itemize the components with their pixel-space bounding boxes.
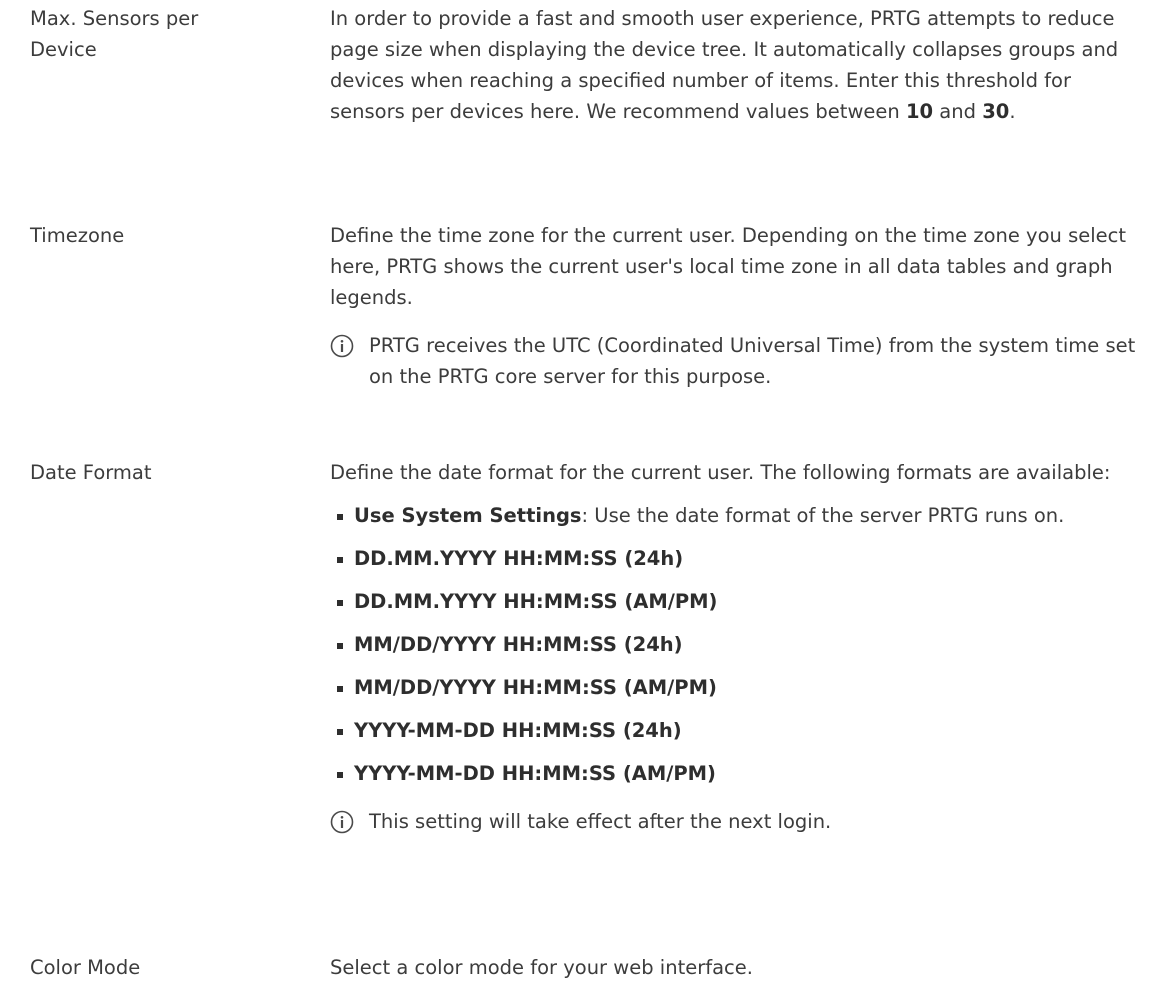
setting-label-max-sensors: Max. Sensors per Device bbox=[30, 3, 300, 65]
setting-label-timezone: Timezone bbox=[30, 224, 125, 247]
and-text: and bbox=[933, 100, 983, 123]
list-item: DD.MM.YYYY HH:MM:SS (AM/PM) bbox=[330, 586, 1140, 617]
format-option-text: : Use the date format of the server PRTG… bbox=[581, 504, 1065, 527]
description-text: Define the date format for the current u… bbox=[330, 461, 1111, 484]
info-note: PRTG receives the UTC (Coordinated Unive… bbox=[330, 330, 1140, 392]
format-list: Use System Settings: Use the date format… bbox=[330, 500, 1140, 789]
setting-label-date-format: Date Format bbox=[30, 461, 152, 484]
info-note-text: PRTG receives the UTC (Coordinated Unive… bbox=[369, 334, 1136, 388]
setting-label-line2: Device bbox=[30, 38, 97, 61]
format-option-name: Use System Settings bbox=[354, 504, 582, 527]
recommended-max-value: 30 bbox=[982, 100, 1010, 123]
format-option: DD.MM.YYYY HH:MM:SS (24h) bbox=[354, 547, 684, 570]
format-option: MM/DD/YYYY HH:MM:SS (24h) bbox=[354, 633, 683, 656]
list-item: MM/DD/YYYY HH:MM:SS (AM/PM) bbox=[330, 672, 1140, 703]
list-item: YYYY-MM-DD HH:MM:SS (AM/PM) bbox=[330, 758, 1140, 789]
list-item: Use System Settings: Use the date format… bbox=[330, 500, 1140, 531]
info-icon bbox=[330, 334, 354, 358]
info-icon bbox=[330, 810, 354, 834]
setting-description-date-format: Define the date format for the current u… bbox=[330, 457, 1140, 837]
recommended-min-value: 10 bbox=[905, 100, 934, 123]
setting-description-timezone: Define the time zone for the current use… bbox=[330, 220, 1140, 392]
list-item: MM/DD/YYYY HH:MM:SS (24h) bbox=[330, 629, 1140, 660]
setting-description-color-mode: Select a color mode for your web interfa… bbox=[330, 956, 753, 979]
format-option: YYYY-MM-DD HH:MM:SS (AM/PM) bbox=[354, 762, 716, 785]
end-text: . bbox=[1009, 100, 1016, 123]
format-option: DD.MM.YYYY HH:MM:SS (AM/PM) bbox=[354, 590, 718, 613]
info-note: This setting will take effect after the … bbox=[330, 806, 1140, 837]
setting-label-color-mode: Color Mode bbox=[30, 956, 141, 979]
info-note-text: This setting will take effect after the … bbox=[369, 810, 832, 833]
list-item: DD.MM.YYYY HH:MM:SS (24h) bbox=[330, 543, 1140, 574]
list-item: YYYY-MM-DD HH:MM:SS (24h) bbox=[330, 715, 1140, 746]
description-text: Define the time zone for the current use… bbox=[330, 224, 1127, 309]
setting-label-line1: Max. Sensors per bbox=[30, 7, 199, 30]
setting-description-max-sensors: In order to provide a fast and smooth us… bbox=[330, 3, 1140, 127]
format-option: YYYY-MM-DD HH:MM:SS (24h) bbox=[354, 719, 682, 742]
format-option: MM/DD/YYYY HH:MM:SS (AM/PM) bbox=[354, 676, 717, 699]
